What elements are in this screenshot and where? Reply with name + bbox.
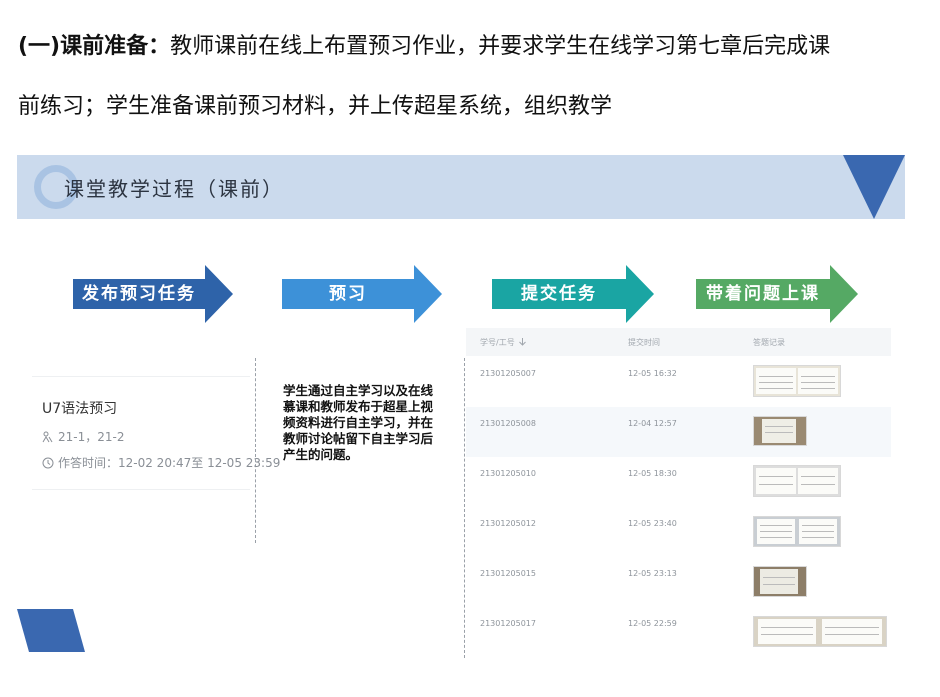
corner-decoration <box>17 609 85 652</box>
intro-line-1: (一)课前准备：教师课前在线上布置预习作业，并要求学生在线学习第七章后完成课 <box>18 34 923 60</box>
student-id: 21301205015 <box>480 569 536 578</box>
step-arrow-publish: 发布预习任务 <box>73 265 233 323</box>
submit-time: 12-04 12:57 <box>628 419 677 428</box>
homework-time: 作答时间：12-02 20:47至 12-05 23:59 <box>42 454 280 471</box>
step-arrow-submit: 提交任务 <box>492 265 654 323</box>
homework-classes-text: 21-1，21-2 <box>58 430 125 444</box>
intro-text-1: 教师课前在线上布置预习作业，并要求学生在线学习第七章后完成课 <box>170 34 831 59</box>
submit-time: 12-05 18:30 <box>628 469 677 478</box>
step-label-preview: 预习 <box>329 284 367 304</box>
homework-title[interactable]: U7语法预习 <box>42 398 117 418</box>
answer-photo-thumbnail[interactable] <box>753 416 807 446</box>
answer-photo-thumbnail[interactable] <box>753 516 841 547</box>
banner-title: 课堂教学过程（课前） <box>64 177 284 201</box>
step-arrow-class: 带着问题上课 <box>696 265 858 323</box>
answer-photo-thumbnail[interactable] <box>753 566 807 597</box>
table-row[interactable] <box>466 557 891 607</box>
answer-photo-thumbnail[interactable] <box>753 365 841 397</box>
banner-triangle-decoration <box>843 155 905 219</box>
preview-description: 学生通过自主学习以及在线慕课和教师发布于超星上视频资料进行自主学习，并在教师讨论… <box>283 383 434 462</box>
step-label-submit: 提交任务 <box>521 284 597 304</box>
student-id: 21301205008 <box>480 419 536 428</box>
column-header-id[interactable]: 学号/工号 <box>480 337 527 348</box>
student-id: 21301205007 <box>480 369 536 378</box>
intro-line-2: 前练习；学生准备课前预习材料，并上传超星系统，组织教学 <box>18 94 613 119</box>
intro-heading: (一)课前准备： <box>18 34 171 59</box>
homework-classes: 21-1，21-2 <box>42 428 124 445</box>
column-header-record: 答题记录 <box>753 338 785 347</box>
dashed-divider <box>464 358 465 658</box>
table-header <box>466 328 891 356</box>
submit-time: 12-05 22:59 <box>628 619 677 628</box>
step-label-class: 带着问题上课 <box>706 284 820 304</box>
column-header-id-text: 学号/工号 <box>480 338 515 347</box>
submit-time: 12-05 16:32 <box>628 369 677 378</box>
people-icon <box>42 431 53 443</box>
column-header-time: 提交时间 <box>628 338 660 347</box>
submit-time: 12-05 23:13 <box>628 569 677 578</box>
arrow-down-icon[interactable] <box>519 338 527 346</box>
answer-photo-thumbnail[interactable] <box>753 465 841 497</box>
student-id: 21301205012 <box>480 519 536 528</box>
table-row[interactable] <box>466 407 891 457</box>
answer-photo-thumbnail[interactable] <box>753 616 887 647</box>
step-arrow-preview: 预习 <box>282 265 442 323</box>
student-id: 21301205010 <box>480 469 536 478</box>
clock-icon <box>42 457 54 469</box>
homework-time-text: 作答时间：12-02 20:47至 12-05 23:59 <box>58 456 281 470</box>
submit-time: 12-05 23:40 <box>628 519 677 528</box>
step-label-publish: 发布预习任务 <box>82 284 196 304</box>
dashed-divider <box>255 358 256 543</box>
student-id: 21301205017 <box>480 619 536 628</box>
